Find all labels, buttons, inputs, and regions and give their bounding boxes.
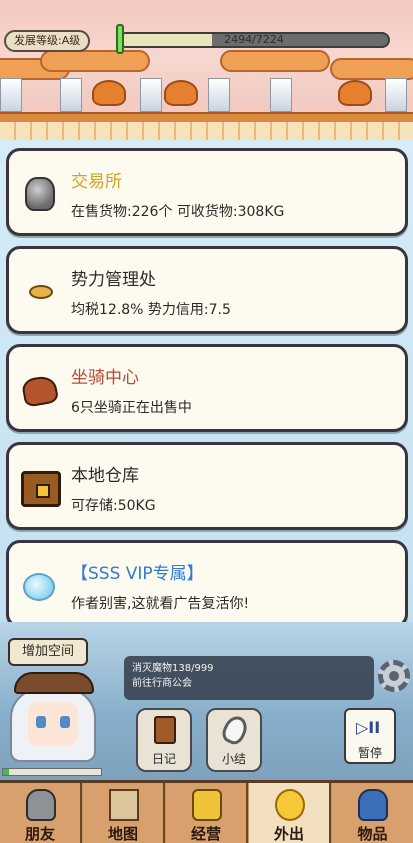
card-exchange[interactable]: 交易所 在售货物:226个 可收货物:308KG (6, 148, 408, 236)
quill-icon (219, 712, 251, 748)
character-hat (14, 672, 94, 694)
character-portrait[interactable] (6, 672, 100, 766)
nav-outing[interactable]: 外出 (249, 783, 331, 843)
diary-label: 日记 (151, 752, 176, 766)
pause-button[interactable]: ▷II 暂停 (344, 708, 396, 764)
card-title: 【SSS VIP专属】 (71, 564, 204, 584)
gem-icon (19, 565, 63, 609)
pause-label: 暂停 (357, 746, 382, 760)
card-mount-center[interactable]: 坐骑中心 6只坐骑正在出售中 (6, 344, 408, 432)
tree-canopy (40, 50, 150, 72)
nav-items[interactable]: 物品 (332, 783, 413, 843)
summary-button[interactable]: 小结 (206, 708, 262, 772)
ground-tiles (0, 122, 413, 140)
card-desc: 在售货物:226个 可收货物:308KG (71, 204, 285, 220)
bottom-nav: 朋友 地图 经营 外出 物品 (0, 780, 413, 843)
card-title: 势力管理处 (71, 270, 156, 290)
card-desc: 可存储:50KG (71, 498, 156, 514)
character-eye (36, 716, 46, 728)
summary-label: 小结 (221, 752, 246, 766)
card-desc: 作者别害,这就看广告复活你! (71, 596, 250, 612)
card-warehouse[interactable]: 本地仓库 可存储:50KG (6, 442, 408, 530)
nav-label: 物品 (357, 825, 388, 843)
top-scene (0, 0, 413, 140)
card-title: 交易所 (71, 172, 122, 192)
tree-canopy (220, 50, 330, 72)
coin-icon (275, 789, 305, 821)
card-desc: 6只坐骑正在出售中 (71, 400, 192, 416)
pillar (208, 78, 230, 112)
level-badge: 发展等级:A级 (4, 30, 91, 52)
ground (0, 112, 413, 122)
gear-icon[interactable] (378, 660, 410, 692)
nav-manage[interactable]: 经营 (166, 783, 248, 843)
item-bag-icon (358, 789, 388, 821)
quest-panel[interactable]: 消灭魔物138/999 前往行商公会 (124, 656, 374, 700)
xp-text: 2494/7224 (224, 33, 284, 46)
nav-label: 地图 (107, 825, 138, 843)
pillar (60, 78, 82, 112)
xp-bar: 2494/7224 (118, 32, 390, 48)
quest-destination: 前往行商公会 (132, 678, 192, 689)
map-icon (109, 789, 139, 821)
pillar (0, 78, 22, 112)
nav-map[interactable]: 地图 (83, 783, 165, 843)
character-hp-fill (3, 769, 9, 775)
tree-canopy (330, 58, 413, 80)
diary-button[interactable]: 日记 (136, 708, 192, 772)
card-desc: 均税12.8% 势力信用:7.5 (71, 302, 231, 318)
card-power-office[interactable]: 势力管理处 均税12.8% 势力信用:7.5 (6, 246, 408, 334)
card-title: 坐骑中心 (71, 368, 139, 388)
facility-list[interactable]: 交易所 在售货物:226个 可收货物:308KG 势力管理处 均税12.8% 势… (0, 140, 413, 622)
character-eye (60, 716, 70, 728)
bush (338, 80, 372, 106)
treasure-chest-icon (19, 467, 63, 511)
armor-icon (19, 173, 63, 217)
xp-marker-icon (116, 24, 124, 54)
gold-ingot-icon (19, 271, 63, 315)
quest-progress: 消灭魔物138/999 (132, 663, 214, 674)
nav-label: 外出 (273, 825, 304, 843)
pillar (385, 78, 407, 112)
book-icon (154, 716, 176, 744)
card-vip[interactable]: 【SSS VIP专属】 作者别害,这就看广告复活你! (6, 540, 408, 622)
pillar (140, 78, 162, 112)
card-title: 本地仓库 (71, 466, 139, 486)
play-pause-icon: ▷II (356, 718, 381, 737)
pillar (270, 78, 292, 112)
nav-friends[interactable]: 朋友 (0, 783, 82, 843)
mount-icon (19, 369, 63, 413)
coin-stack-icon (192, 789, 222, 821)
bush (164, 80, 198, 106)
helmet-icon (26, 789, 56, 821)
character-hp-bar (2, 768, 102, 776)
nav-label: 朋友 (24, 825, 55, 843)
bush (92, 80, 126, 106)
add-space-button[interactable]: 增加空间 (8, 638, 88, 666)
nav-label: 经营 (190, 825, 221, 843)
